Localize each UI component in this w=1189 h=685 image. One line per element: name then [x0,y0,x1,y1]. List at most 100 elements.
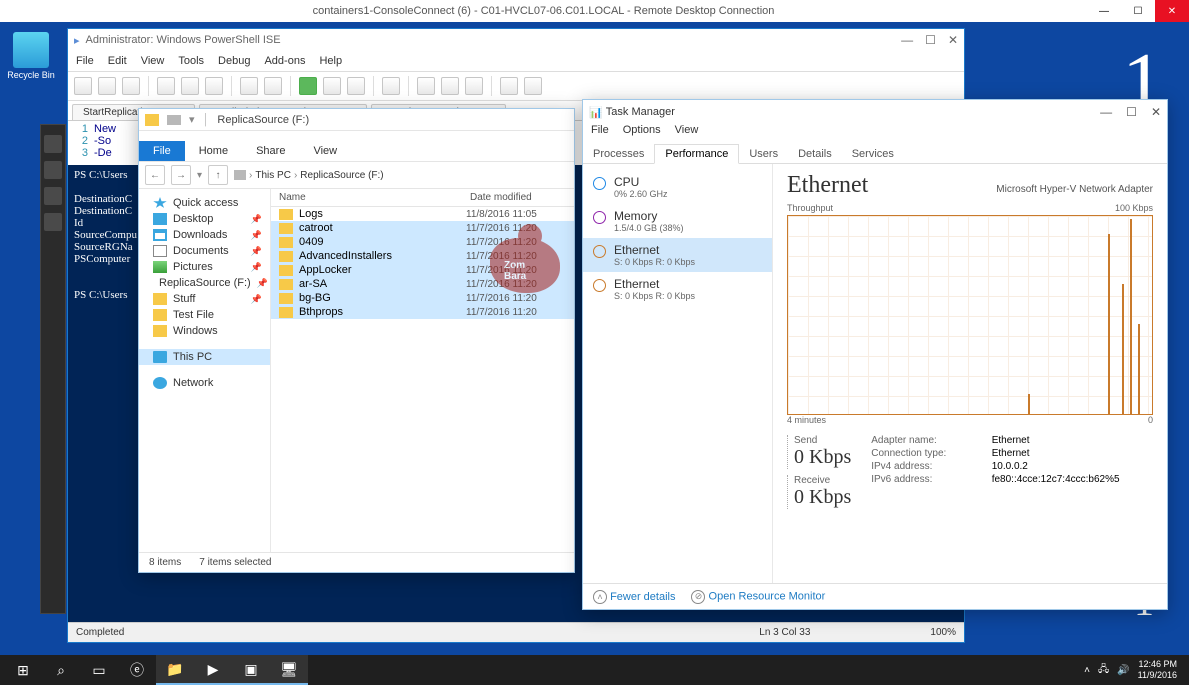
copy-button[interactable] [181,77,199,95]
nav-item[interactable]: Quick access [139,195,270,211]
cut-button[interactable] [157,77,175,95]
remote-button[interactable] [382,77,400,95]
system-tray[interactable]: ˄ 🖧 🔊 12:46 PM11/9/2016 [1084,659,1185,681]
tm-title-bar[interactable]: 📊 Task Manager — ☐ ✕ [583,100,1167,124]
nav-item[interactable]: Desktop📌 [139,211,270,227]
recycle-bin-icon[interactable]: Recycle Bin [6,32,56,80]
pane-button-2[interactable] [441,77,459,95]
ise-menu-tools[interactable]: Tools [178,55,204,67]
run-selection-button[interactable] [323,77,341,95]
nav-network[interactable]: Network [139,375,270,391]
run-script-button[interactable] [299,77,317,95]
hyperv-taskbar-icon[interactable]: ▣ [232,655,270,685]
nav-item[interactable]: Test File [139,307,270,323]
rdp-taskbar-icon[interactable]: 🖥 [270,655,308,685]
open-file-button[interactable] [98,77,116,95]
file-row[interactable]: ar-SA11/7/2016 11:20 [271,277,574,291]
ise-menu-add-ons[interactable]: Add-ons [264,55,305,67]
file-row[interactable]: AdvancedInstallers11/7/2016 11:20 [271,249,574,263]
file-row[interactable]: bg-BG11/7/2016 11:20 [271,291,574,305]
task-view-button[interactable]: ▭ [80,655,118,685]
ise-menu-help[interactable]: Help [319,55,342,67]
back-button[interactable]: ← [145,165,165,185]
pane-button-1[interactable] [417,77,435,95]
nav-item[interactable]: Windows [139,323,270,339]
ise-menu-view[interactable]: View [141,55,165,67]
tm-tab-services[interactable]: Services [842,145,904,163]
ise-menu-edit[interactable]: Edit [108,55,127,67]
volume-tray-icon[interactable]: 🔊 [1117,665,1129,676]
column-date-header[interactable]: Date modified [466,189,574,206]
save-button[interactable] [122,77,140,95]
ise-maximize-button[interactable]: ☐ [925,33,936,47]
nav-this-pc[interactable]: This PC [139,349,270,365]
nav-item[interactable]: Downloads📌 [139,227,270,243]
ise-menu-file[interactable]: File [76,55,94,67]
tm-menu-view[interactable]: View [675,124,699,142]
rdp-minimize-button[interactable]: — [1087,0,1121,22]
taskbar-clock[interactable]: 12:46 PM11/9/2016 [1138,659,1177,681]
tm-menu-options[interactable]: Options [623,124,661,142]
forward-button[interactable]: → [171,165,191,185]
help-button[interactable] [524,77,542,95]
open-resource-monitor-link[interactable]: ⊘ Open Resource Monitor [691,590,825,604]
fewer-details-link[interactable]: ˄ Fewer details [593,590,675,604]
explorer-address-bar: ← → ▾ ↑ › This PC › ReplicaSource (F:) [139,161,574,189]
metric-memory[interactable]: Memory1.5/4.0 GB (38%) [583,204,772,238]
ise-close-button[interactable]: ✕ [948,33,958,47]
tm-tab-performance[interactable]: Performance [654,144,739,164]
tm-minimize-button[interactable]: — [1100,105,1112,119]
metric-ring-icon [593,245,606,258]
ribbon-file-tab[interactable]: File [139,141,185,161]
network-tray-icon[interactable]: 🖧 [1098,662,1109,679]
recent-dropdown[interactable]: ▾ [197,170,202,181]
nav-item[interactable]: Stuff📌 [139,291,270,307]
file-row[interactable]: 040911/7/2016 11:20 [271,235,574,249]
new-file-button[interactable] [74,77,92,95]
commands-button[interactable] [500,77,518,95]
tm-maximize-button[interactable]: ☐ [1126,105,1137,119]
search-button[interactable]: ⌕ [42,655,80,685]
tm-tab-processes[interactable]: Processes [583,145,654,163]
pane-button-3[interactable] [465,77,483,95]
column-name-header[interactable]: Name [271,189,466,206]
tray-chevron-icon[interactable]: ˄ [1084,665,1090,676]
nav-item[interactable]: Documents📌 [139,243,270,259]
up-button[interactable]: ↑ [208,165,228,185]
hyperv-manager-strip[interactable] [40,124,66,614]
dl-icon [153,229,167,241]
ribbon-tab-view[interactable]: View [299,141,351,161]
metric-ethernet[interactable]: EthernetS: 0 Kbps R: 0 Kbps [583,272,772,306]
tm-close-button[interactable]: ✕ [1151,105,1161,119]
explorer-file-list: Name Date modified Logs11/8/2016 11:05ca… [271,189,574,552]
file-row[interactable]: Logs11/8/2016 11:05 [271,207,574,221]
paste-button[interactable] [205,77,223,95]
explorer-taskbar-icon[interactable]: 📁 [156,655,194,685]
ribbon-tab-share[interactable]: Share [242,141,299,161]
ie-taskbar-icon[interactable]: ⓔ [118,655,156,685]
file-row[interactable]: Bthprops11/7/2016 11:20 [271,305,574,319]
metric-cpu[interactable]: CPU0% 2.60 GHz [583,170,772,204]
tm-menu-file[interactable]: File [591,124,609,142]
nav-item[interactable]: Pictures📌 [139,259,270,275]
ribbon-tab-home[interactable]: Home [185,141,242,161]
tm-tab-users[interactable]: Users [739,145,788,163]
folder-icon [279,307,293,318]
stop-button[interactable] [347,77,365,95]
file-row[interactable]: catroot11/7/2016 11:20 [271,221,574,235]
breadcrumb[interactable]: › This PC › ReplicaSource (F:) [234,170,384,181]
rdp-close-button[interactable]: ✕ [1155,0,1189,22]
undo-button[interactable] [240,77,258,95]
ise-menu-debug[interactable]: Debug [218,55,250,67]
ise-title-bar[interactable]: ▸ Administrator: Windows PowerShell ISE … [68,29,964,51]
ise-minimize-button[interactable]: — [901,33,913,47]
tm-tab-details[interactable]: Details [788,145,842,163]
chevron-up-icon: ˄ [593,590,607,604]
powershell-taskbar-icon[interactable]: ▶ [194,655,232,685]
metric-ethernet[interactable]: EthernetS: 0 Kbps R: 0 Kbps [583,238,772,272]
redo-button[interactable] [264,77,282,95]
file-row[interactable]: AppLocker11/7/2016 11:20 [271,263,574,277]
start-button[interactable]: ⊞ [4,655,42,685]
nav-item[interactable]: ReplicaSource (F:)📌 [139,275,270,291]
rdp-maximize-button[interactable]: ☐ [1121,0,1155,22]
